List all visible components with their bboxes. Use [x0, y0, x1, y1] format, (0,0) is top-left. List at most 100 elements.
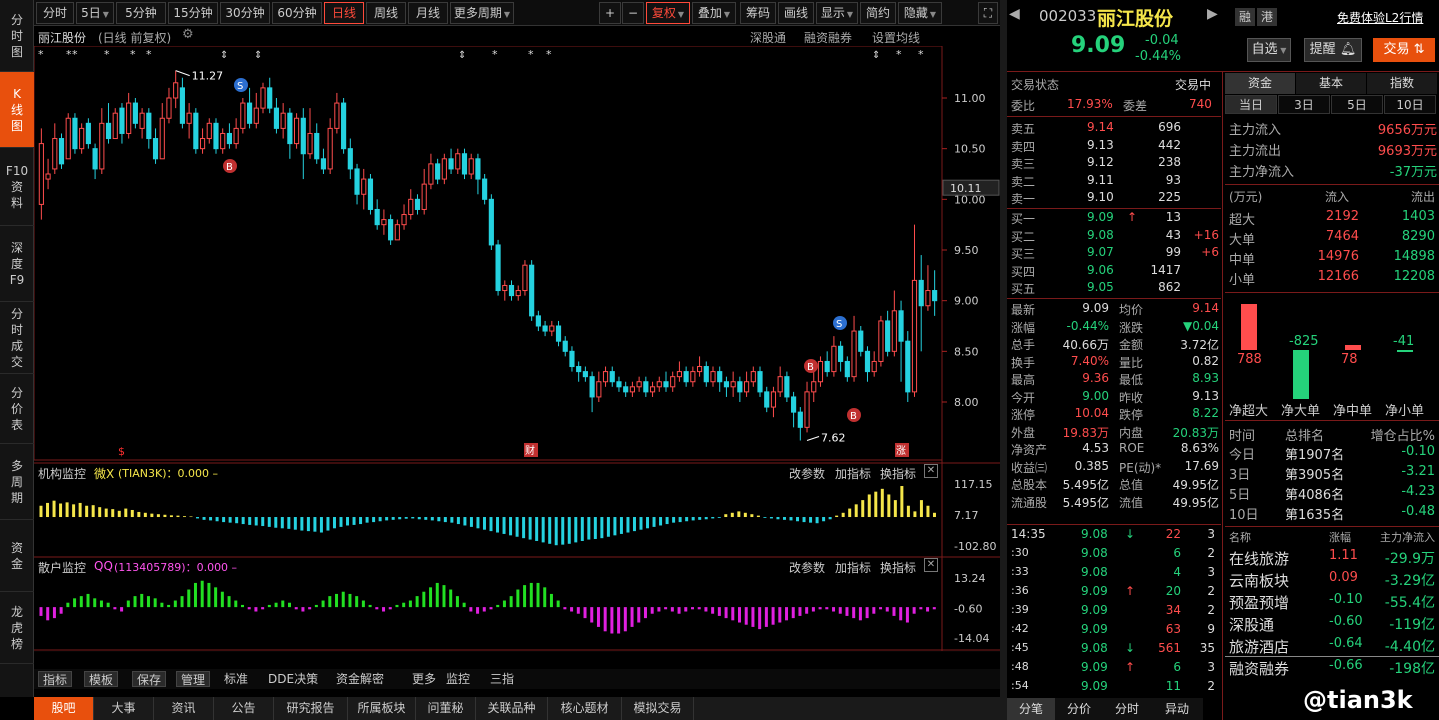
sector-name[interactable]: 旅游酒店	[1229, 636, 1289, 657]
l2-link[interactable]: 免费体验L2行情	[1337, 9, 1423, 26]
close-icon[interactable]: ✕	[924, 558, 938, 572]
fund-day-3[interactable]: 10日	[1384, 95, 1436, 114]
event-marker-icon[interactable]: *	[492, 48, 498, 61]
bottom-tab-0[interactable]: 股吧	[34, 697, 94, 720]
control-1[interactable]: 叠加 ▼	[692, 2, 736, 24]
fullscreen-icon[interactable]: ⛶	[978, 2, 998, 24]
indicator-subtab-4[interactable]: 标准	[220, 671, 252, 687]
sector-name[interactable]: 云南板块	[1229, 570, 1289, 591]
indicator2-add[interactable]: 加指标	[835, 559, 871, 576]
indicator-subtab-0[interactable]: 指标	[38, 671, 73, 687]
period-tab-4[interactable]: 30分钟	[220, 2, 270, 24]
control-0[interactable]: 复权 ▼	[646, 2, 690, 24]
indicator1-edit[interactable]: 改参数	[789, 465, 825, 482]
control-3[interactable]: 画线	[778, 2, 814, 24]
prev-stock-icon[interactable]: ◀	[1009, 6, 1020, 22]
period-tab-7[interactable]: 周线	[366, 2, 406, 24]
sector-name[interactable]: 深股通	[1229, 614, 1274, 635]
indicator-subtab-7[interactable]: 更多	[408, 671, 440, 687]
fund-day-0[interactable]: 当日	[1225, 95, 1277, 114]
bottom-tab-6[interactable]: 问董秘	[416, 697, 476, 720]
indicator-subtab-1[interactable]: 模板	[84, 671, 119, 687]
event-marker-icon[interactable]: *	[546, 48, 552, 61]
event-marker-icon[interactable]: ⇕	[458, 50, 466, 61]
nav-item-6[interactable]: 多周期	[0, 444, 34, 520]
period-tab-8[interactable]: 月线	[408, 2, 448, 24]
bottom-tab-4[interactable]: 研究报告	[274, 697, 348, 720]
nav-item-3[interactable]: 深度F9	[0, 226, 34, 302]
bottom-tab-5[interactable]: 所属板块	[348, 697, 416, 720]
event-marker-icon[interactable]: *	[146, 48, 152, 61]
event-marker-icon[interactable]: ⇕	[220, 50, 228, 61]
period-tab-9[interactable]: 更多周期 ▼	[450, 2, 514, 24]
indicator-subtab-2[interactable]: 保存	[132, 671, 167, 687]
period-tab-0[interactable]: 分时	[36, 2, 74, 24]
link-hsgt[interactable]: 深股通	[750, 29, 786, 46]
indicator1-add[interactable]: 加指标	[835, 465, 871, 482]
period-tab-5[interactable]: 60分钟	[272, 2, 322, 24]
panel-divider[interactable]	[1000, 0, 1007, 720]
control-5[interactable]: 简约	[860, 2, 896, 24]
fund-tab-2[interactable]: 指数	[1367, 73, 1437, 94]
event-marker-icon[interactable]: *	[104, 48, 110, 61]
fund-day-2[interactable]: 5日	[1331, 95, 1383, 114]
plus-icon[interactable]: +	[599, 2, 621, 24]
event-marker-icon[interactable]: *	[918, 48, 924, 61]
bottom-tab-1[interactable]: 大事	[94, 697, 154, 720]
event-marker-icon[interactable]: *	[896, 48, 902, 61]
indicator1-switch[interactable]: 换指标	[880, 465, 916, 482]
bottom-tab-7[interactable]: 关联品种	[476, 697, 548, 720]
event-marker-icon[interactable]: *	[38, 48, 44, 61]
bottom-tab-8[interactable]: 核心题材	[548, 697, 622, 720]
event-marker-icon[interactable]: *	[528, 48, 534, 61]
tag-badge-1[interactable]: 港	[1257, 8, 1277, 26]
quote-tab-2[interactable]: 分时	[1103, 698, 1151, 720]
control-4[interactable]: 显示 ▼	[816, 2, 858, 24]
link-ma-settings[interactable]: 设置均线	[872, 29, 920, 46]
event-marker-icon[interactable]: *	[130, 48, 136, 61]
sector-name[interactable]: 预盈预增	[1229, 592, 1289, 613]
nav-item-0[interactable]: 分时图	[0, 0, 34, 72]
indicator-subtab-9[interactable]: 三指	[486, 671, 518, 687]
close-icon[interactable]: ✕	[924, 464, 938, 478]
period-tab-6[interactable]: 日线	[324, 2, 364, 24]
period-tab-1[interactable]: 5日 ▼	[76, 2, 114, 24]
watchlist-button[interactable]: 自选 ▼	[1247, 38, 1291, 62]
link-margin[interactable]: 融资融券	[804, 29, 852, 46]
nav-item-5[interactable]: 分价表	[0, 374, 34, 444]
sector-name[interactable]: 在线旅游	[1229, 548, 1289, 569]
fund-day-1[interactable]: 3日	[1278, 95, 1330, 114]
minus-icon[interactable]: −	[622, 2, 644, 24]
bottom-tab-2[interactable]: 资讯	[154, 697, 214, 720]
trade-button[interactable]: 交易 ⇅	[1373, 38, 1435, 62]
indicator-subtab-8[interactable]: 监控	[442, 671, 474, 687]
alert-button[interactable]: 提醒 🔔︎	[1304, 38, 1362, 62]
sector-name[interactable]: 融资融券	[1229, 658, 1289, 679]
fund-tab-0[interactable]: 资金	[1225, 73, 1295, 94]
event-marker-icon[interactable]: *	[72, 48, 78, 61]
nav-item-1[interactable]: K线图	[0, 72, 34, 148]
settings-icon[interactable]: ⚙	[182, 27, 194, 42]
quote-tab-3[interactable]: 异动	[1151, 698, 1203, 720]
quote-tab-1[interactable]: 分价	[1055, 698, 1103, 720]
event-marker-icon[interactable]: ⇕	[872, 50, 880, 61]
nav-item-8[interactable]: 龙虎榜	[0, 592, 34, 664]
fund-tab-1[interactable]: 基本	[1296, 73, 1366, 94]
period-tab-2[interactable]: 5分钟	[116, 2, 166, 24]
indicator2-edit[interactable]: 改参数	[789, 559, 825, 576]
indicator2-switch[interactable]: 换指标	[880, 559, 916, 576]
bottom-tab-3[interactable]: 公告	[214, 697, 274, 720]
control-6[interactable]: 隐藏 ▼	[898, 2, 942, 24]
period-tab-3[interactable]: 15分钟	[168, 2, 218, 24]
tag-badge-0[interactable]: 融	[1235, 8, 1255, 26]
event-marker-icon[interactable]: ⇕	[254, 50, 262, 61]
indicator-subtab-5[interactable]: DDE决策	[264, 671, 322, 687]
indicator-subtab-6[interactable]: 资金解密	[332, 671, 388, 687]
quote-tab-0[interactable]: 分笔	[1007, 698, 1055, 720]
nav-item-7[interactable]: 资金	[0, 520, 34, 592]
nav-item-2[interactable]: F10资料	[0, 148, 34, 226]
indicator-subtab-3[interactable]: 管理	[176, 671, 211, 687]
nav-item-4[interactable]: 分时成交	[0, 302, 34, 374]
dividend-marker-icon[interactable]: $	[118, 445, 125, 458]
bottom-tab-9[interactable]: 模拟交易	[622, 697, 694, 720]
